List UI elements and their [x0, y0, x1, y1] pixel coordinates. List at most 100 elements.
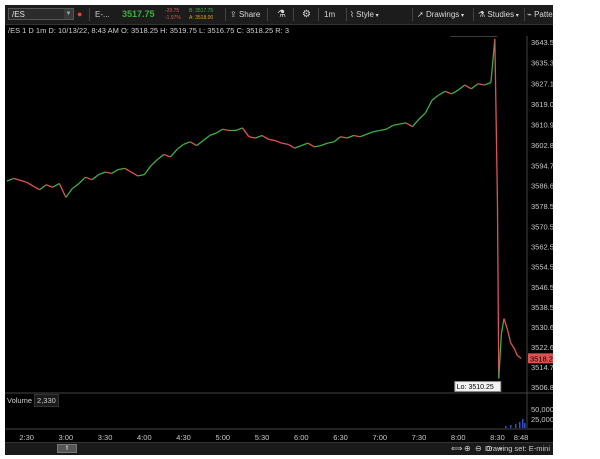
y-tick-label: 3610.91: [531, 120, 553, 129]
price-segment: [438, 90, 446, 96]
x-tick-label: 6:00: [294, 433, 309, 442]
last-price-label: 3518.25: [530, 354, 553, 363]
drawing-set-label: Drawing set: E-mini: [484, 444, 550, 453]
y-tick-label: 3554.52: [531, 263, 553, 272]
y-tick-label: 3570.54: [531, 222, 553, 231]
y-tick-label: 3506.89: [531, 383, 553, 392]
price-segment: [274, 139, 282, 144]
price-segment: [379, 128, 387, 132]
drawings-label: Drawings: [425, 10, 460, 19]
price-segment: [353, 134, 361, 138]
x-tick-label: 3:00: [59, 433, 74, 442]
price-segment: [268, 138, 276, 142]
pan-arrows-icon[interactable]: ⟺: [451, 443, 462, 455]
gear-icon[interactable]: ⚙: [302, 5, 311, 24]
chart-window: /ES ▼ ● E-... 3517.75 -20.75 -1.97% B: 3…: [5, 5, 569, 455]
price-segment: [163, 153, 171, 158]
y-tick-label: 3538.57: [531, 303, 553, 312]
divider: [225, 8, 226, 21]
x-tick-label: 7:00: [372, 433, 387, 442]
drawings-button[interactable]: ➚ Drawings ▾: [417, 5, 464, 24]
volume-header: Volume 2,330: [7, 394, 59, 407]
price-segment: [183, 141, 191, 145]
price-segment: [346, 134, 354, 139]
price-segment: [118, 167, 125, 171]
price-segment: [366, 131, 374, 135]
volume-bar: [505, 426, 507, 428]
symbol-input[interactable]: /ES ▼: [8, 8, 74, 20]
share-icon: ⇪: [230, 10, 237, 19]
price-segment: [111, 169, 119, 174]
price-segment: [169, 148, 178, 158]
price-segment: [314, 144, 322, 148]
price-segment: [157, 153, 165, 161]
price-segment: [327, 141, 335, 144]
flask-icon[interactable]: ⚗: [277, 5, 286, 24]
chevron-down-icon[interactable]: ▼: [64, 9, 73, 19]
price-segment: [26, 181, 34, 187]
y-tick-label: 3627.19: [531, 79, 553, 88]
price-segment: [261, 134, 269, 140]
price-segment: [78, 176, 86, 184]
volume-histogram: 50,00025,000: [5, 392, 553, 428]
price-segment: [385, 124, 394, 130]
y-tick-label: 3522.69: [531, 343, 553, 352]
price-segment: [19, 179, 27, 183]
price-segment: [477, 83, 485, 86]
price-segment: [235, 127, 243, 132]
price-series: [6, 38, 522, 379]
volume-value: 2,330: [34, 394, 59, 407]
chart-annotations: 3518.25Hi: 3644.75Lo: 3510.25: [450, 36, 553, 393]
divider: [89, 8, 90, 21]
net-change-percent: -1.97%: [165, 15, 181, 21]
price-segment: [392, 123, 400, 127]
price-segment: [46, 184, 54, 188]
price-segment: [399, 122, 407, 125]
price-segment: [143, 165, 152, 176]
price-segment: [457, 84, 466, 91]
price-segment: [6, 177, 14, 182]
alert-icon[interactable]: ●: [77, 5, 82, 24]
scroll-handle[interactable]: ⇑: [57, 444, 77, 453]
y-tick-label: 3530.62: [531, 323, 553, 332]
price-segment: [32, 185, 41, 191]
price-segment: [137, 174, 145, 177]
volume-label: Volume: [7, 396, 33, 405]
chevron-down-icon: ▾: [514, 13, 519, 19]
price-segment: [513, 348, 518, 356]
price-segment: [500, 318, 505, 334]
volume-bar: [524, 423, 526, 428]
divider: [293, 8, 294, 21]
x-tick-label: 8:00: [451, 433, 466, 442]
price-segment: [451, 89, 459, 95]
price-segment: [202, 135, 211, 142]
divider: [318, 8, 319, 21]
cursor-icon: ➚: [417, 10, 424, 19]
divider: [524, 8, 525, 21]
y-tick-label: 3586.64: [531, 182, 553, 191]
studies-label: Studies: [487, 10, 515, 19]
style-button[interactable]: ⌇ Style ▾: [350, 5, 379, 24]
price-segment: [104, 171, 112, 175]
toolbar: /ES ▼ ● E-... 3517.75 -20.75 -1.97% B: 3…: [5, 5, 569, 25]
x-tick-label: 8:30: [490, 433, 505, 442]
style-icon: ⌇: [350, 10, 354, 19]
share-button[interactable]: ⇪ Share: [230, 5, 260, 24]
zoom-in-icon[interactable]: ⊕: [464, 443, 471, 455]
price-segment: [281, 142, 289, 145]
x-tick-label: 4:30: [176, 433, 191, 442]
studies-button[interactable]: ⚗ Studies ▾: [478, 5, 519, 24]
price-segment: [189, 141, 197, 147]
price-segment: [248, 136, 256, 139]
price-segment: [222, 128, 230, 132]
price-segment: [509, 342, 516, 350]
price-segment: [503, 318, 509, 332]
price-segment: [52, 182, 60, 188]
price-segment: [405, 122, 413, 128]
timeframe-button[interactable]: 1m: [324, 5, 335, 24]
price-segment: [484, 81, 492, 86]
zoom-out-icon[interactable]: ⊖: [475, 443, 482, 455]
price-chart[interactable]: 3643.54 3635.36 3627.19 3619.04 3610.91 3602.…: [5, 36, 553, 442]
symbol-text: /ES: [12, 10, 25, 19]
y-tick-label: 3643.54: [531, 38, 553, 47]
